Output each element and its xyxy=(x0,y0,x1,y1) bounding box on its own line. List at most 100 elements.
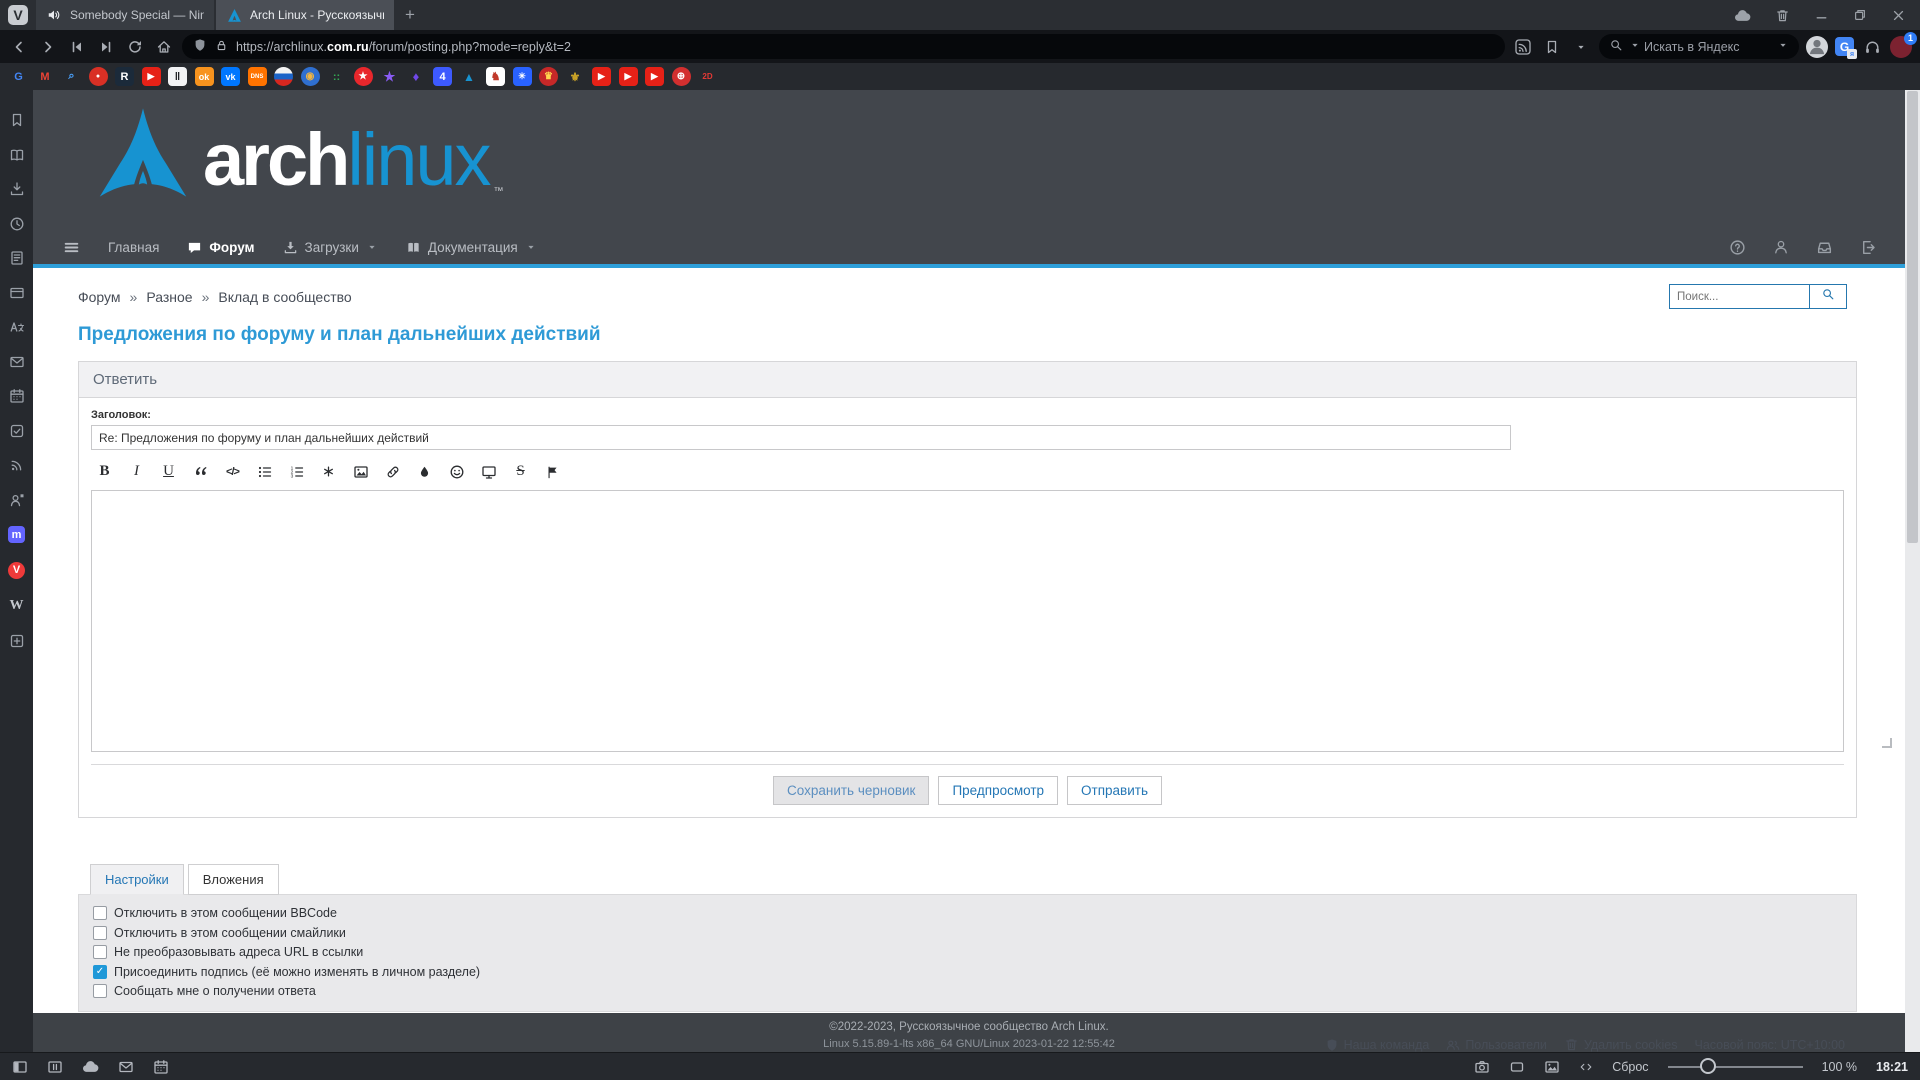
scrollbar-thumb[interactable] xyxy=(1907,91,1918,543)
checkbox-checked[interactable]: ✓ xyxy=(93,965,107,979)
breadcrumb-forum[interactable]: Форум xyxy=(78,289,121,305)
vk-favicon[interactable]: vk xyxy=(221,67,240,86)
bookmark-page-icon[interactable] xyxy=(1541,36,1563,58)
url-dropdown-icon[interactable] xyxy=(1570,36,1592,58)
history-panel-icon[interactable] xyxy=(9,216,25,232)
crown-site-favicon[interactable]: ♛ xyxy=(539,67,558,86)
resize-grip[interactable] xyxy=(1882,738,1892,748)
search-field[interactable]: Искать в Яндекс xyxy=(1599,34,1799,59)
tab-настройки[interactable]: Настройки xyxy=(90,864,184,895)
mail-panel-icon[interactable] xyxy=(9,354,25,370)
search-engine-caret-icon[interactable] xyxy=(1629,39,1638,54)
italic-icon[interactable]: I xyxy=(123,459,150,484)
bold-icon[interactable]: B xyxy=(91,459,118,484)
archlinux-logo-icon[interactable] xyxy=(97,105,189,216)
forward-button[interactable] xyxy=(37,36,59,58)
search-favicon[interactable]: ⌕ xyxy=(62,67,81,86)
rewind-button[interactable] xyxy=(66,36,88,58)
sync-cloud-icon[interactable] xyxy=(1734,7,1751,24)
person-red-favicon[interactable]: ● xyxy=(89,67,108,86)
smiley-icon[interactable] xyxy=(443,459,470,484)
star-site-favicon[interactable]: ★ xyxy=(380,67,399,86)
window-panel-icon[interactable] xyxy=(9,285,25,301)
nav-item-документация[interactable]: Документация xyxy=(406,240,537,255)
tracker-shield-icon[interactable] xyxy=(193,38,207,55)
checkbox-unchecked[interactable] xyxy=(93,926,107,940)
reload-button[interactable] xyxy=(124,36,146,58)
vivaldi-panel-icon[interactable]: V xyxy=(8,562,25,579)
option-row[interactable]: ✓Присоединить подпись (её можно изменять… xyxy=(93,965,1842,979)
emblem-site-favicon[interactable]: ⚜ xyxy=(566,67,585,86)
google-favicon[interactable]: G xyxy=(9,67,28,86)
option-row[interactable]: Сообщать мне о получении ответа xyxy=(93,984,1842,998)
splash-site-favicon[interactable]: ✳ xyxy=(513,67,532,86)
underline-icon[interactable]: U xyxy=(155,459,182,484)
translate-extension-icon[interactable]: Gя xyxy=(1835,37,1854,56)
youtube-favicon[interactable]: ▶ xyxy=(142,67,161,86)
downloads-panel-icon[interactable] xyxy=(9,181,25,197)
reading-list-panel-icon[interactable] xyxy=(9,147,25,163)
breadcrumb-topic[interactable]: Вклад в сообщество xyxy=(218,289,351,305)
new-tab-button[interactable]: + xyxy=(396,0,424,30)
text-color-icon[interactable] xyxy=(411,459,438,484)
nav-item-форум[interactable]: Форум xyxy=(187,240,254,255)
tab-archlinux[interactable]: Arch Linux - Русскоязычно xyxy=(216,0,394,30)
trash-closed-tabs-icon[interactable] xyxy=(1775,8,1790,23)
list-item-icon[interactable] xyxy=(315,459,342,484)
youtube-2-favicon[interactable]: ▶ xyxy=(592,67,611,86)
maximize-button[interactable] xyxy=(1853,8,1867,22)
pause-site-favicon[interactable]: ‖ xyxy=(168,67,187,86)
contacts-panel-icon[interactable] xyxy=(9,492,25,508)
2d3d-site-favicon[interactable]: 2D xyxy=(698,67,717,86)
breadcrumb-raznoe[interactable]: Разное xyxy=(146,289,192,305)
faq-icon[interactable] xyxy=(1729,239,1746,256)
odnoklassniki-favicon[interactable]: ok xyxy=(195,67,214,86)
list-bullet-icon[interactable] xyxy=(251,459,278,484)
notes-panel-icon[interactable] xyxy=(9,250,25,266)
link-icon[interactable] xyxy=(379,459,406,484)
list-ordered-icon[interactable]: 123 xyxy=(283,459,310,484)
archlinux-favicon[interactable]: ▲ xyxy=(460,67,479,86)
footer-link[interactable]: Удалить cookies xyxy=(1564,1037,1678,1052)
site-4-favicon[interactable]: 4 xyxy=(433,67,452,86)
globe-site-favicon[interactable]: ◉ xyxy=(301,67,320,86)
car-site-favicon[interactable]: ⊕ xyxy=(672,67,691,86)
message-editor[interactable] xyxy=(91,490,1844,752)
google-services-favicon[interactable]: :: xyxy=(327,67,346,86)
checkbox-unchecked[interactable] xyxy=(93,945,107,959)
extension-icon[interactable]: 1 xyxy=(1890,36,1912,58)
gmail-favicon[interactable]: M xyxy=(36,67,55,86)
image-icon[interactable] xyxy=(347,459,374,484)
preview-button[interactable]: Предпросмотр xyxy=(938,776,1058,805)
translate-panel-icon[interactable] xyxy=(9,319,25,335)
footer-link[interactable]: Пользователи xyxy=(1446,1038,1547,1052)
profile-avatar[interactable] xyxy=(1806,36,1828,58)
zoom-slider[interactable] xyxy=(1668,1066,1803,1068)
rss-icon[interactable] xyxy=(1512,36,1534,58)
option-row[interactable]: Отключить в этом сообщении смайлики xyxy=(93,926,1842,940)
minimize-button[interactable] xyxy=(1814,8,1829,23)
home-button[interactable] xyxy=(153,36,175,58)
page-scrollbar[interactable] xyxy=(1905,90,1920,1052)
spoiler-icon[interactable] xyxy=(475,459,502,484)
headphones-icon[interactable] xyxy=(1861,36,1883,58)
tab-somebody-special[interactable]: Somebody Special — Nina xyxy=(36,0,214,30)
save-draft-button[interactable]: Сохранить черновик xyxy=(773,776,929,805)
calendar-panel-icon[interactable] xyxy=(9,388,25,404)
nav-item-загрузки[interactable]: Загрузки xyxy=(283,240,378,255)
footer-link[interactable]: Наша команда xyxy=(1325,1038,1430,1052)
code-icon[interactable]: </> xyxy=(219,459,246,484)
russia-flag-favicon[interactable] xyxy=(274,67,293,86)
tasks-panel-icon[interactable] xyxy=(9,423,25,439)
checkbox-unchecked[interactable] xyxy=(93,906,107,920)
quote-icon[interactable] xyxy=(187,459,214,484)
vivaldi-menu-button[interactable]: V xyxy=(0,0,36,30)
back-button[interactable] xyxy=(8,36,30,58)
crest-site-favicon[interactable]: ♞ xyxy=(486,67,505,86)
wikipedia-panel-icon[interactable]: W xyxy=(8,597,25,614)
bookmarks-panel-icon[interactable] xyxy=(9,112,25,128)
forum-search-input[interactable] xyxy=(1670,285,1809,308)
tab-вложения[interactable]: Вложения xyxy=(188,864,279,895)
tiling-icon[interactable] xyxy=(47,1059,63,1075)
logout-icon[interactable] xyxy=(1860,239,1877,256)
